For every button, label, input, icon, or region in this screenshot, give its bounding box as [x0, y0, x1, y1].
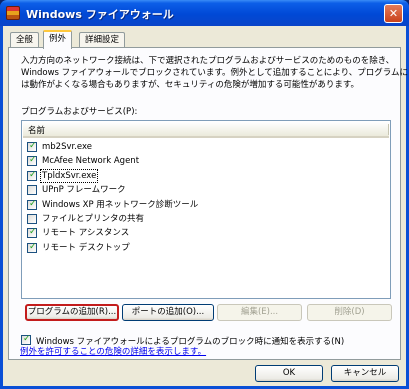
- delete-button[interactable]: 削除(D): [307, 304, 392, 321]
- add-program-button[interactable]: プログラムの追加(R)...: [25, 304, 119, 321]
- program-rows: ✓ mb2Svr.exe ✓ McAfee Network Agent ✓ Tp…: [25, 140, 389, 255]
- program-checkbox[interactable]: [27, 213, 37, 224]
- close-button[interactable]: ✕: [384, 4, 403, 23]
- program-row-mb2svr[interactable]: ✓ mb2Svr.exe: [25, 140, 389, 154]
- window-title: Windows ファイアウォール: [26, 8, 174, 21]
- exceptions-panel: 入力方向のネットワーク接続は、下で選択されたプログラムおよびサービスのためのもの…: [8, 47, 409, 360]
- program-label[interactable]: mb2Svr.exe: [41, 141, 93, 153]
- column-divider[interactable]: [388, 124, 389, 135]
- program-row-remote-assistance[interactable]: ✓ リモート アシスタンス: [25, 226, 389, 240]
- program-row-upnp[interactable]: UPnP フレームワーク: [25, 183, 389, 197]
- checkmark-icon: ✓: [29, 241, 37, 252]
- program-row-network-diagnostics[interactable]: ✓ Windows XP 用ネットワーク診断ツール: [25, 198, 389, 212]
- checkmark-icon: ✓: [29, 141, 37, 151]
- program-label[interactable]: Windows XP 用ネットワーク診断ツール: [41, 199, 199, 211]
- tab-exceptions[interactable]: 例外: [43, 30, 73, 49]
- checkmark-icon: ✓: [29, 198, 37, 209]
- cancel-button[interactable]: キャンセル: [331, 365, 399, 382]
- name-column-label: 名前: [28, 126, 46, 136]
- program-label[interactable]: UPnP フレームワーク: [41, 184, 127, 196]
- tab-advanced[interactable]: 詳細設定: [79, 32, 126, 48]
- description-text: 入力方向のネットワーク接続は、下で選択されたプログラムおよびサービスのためのもの…: [21, 55, 409, 91]
- program-checkbox[interactable]: ✓: [27, 155, 37, 167]
- program-checkbox[interactable]: ✓: [27, 198, 37, 210]
- notify-checkbox[interactable]: ✓: [21, 334, 31, 345]
- checkmark-icon: ✓: [29, 169, 37, 180]
- checkmark-icon: ✓: [29, 227, 37, 238]
- firewall-icon: [6, 6, 20, 20]
- program-row-remote-desktop[interactable]: ✓ リモート デスクトップ: [25, 241, 389, 255]
- title-bar[interactable]: Windows ファイアウォール ✕: [0, 0, 409, 26]
- program-checkbox[interactable]: [27, 185, 37, 196]
- description-line: Windows ファイアウォールでブロックされています。例外として追加することに…: [21, 68, 409, 78]
- dialog-body: 全般 例外 詳細設定 入力方向のネットワーク接続は、下で選択されたプログラムおよ…: [3, 26, 409, 386]
- tab-general[interactable]: 全般: [10, 32, 40, 48]
- program-row-mcafee[interactable]: ✓ McAfee Network Agent: [25, 154, 389, 168]
- program-checkbox[interactable]: ✓: [27, 241, 37, 253]
- exceptions-risk-link[interactable]: 例外を許可することの危険の詳細を表示します。: [20, 345, 206, 357]
- edit-button[interactable]: 編集(E)...: [217, 304, 302, 321]
- name-column-header[interactable]: 名前: [23, 122, 389, 138]
- firewall-window: Windows ファイアウォール ✕ 全般 例外 詳細設定 入力方向のネットワー…: [0, 0, 409, 389]
- program-label[interactable]: McAfee Network Agent: [41, 155, 140, 167]
- description-line: 入力方向のネットワーク接続は、下で選択されたプログラムおよびサービスのためのもの…: [21, 56, 395, 66]
- description-line: は動作がよくなる場合もありますが、セキュリティの危険が増加する可能性があります。: [21, 80, 360, 90]
- program-checkbox[interactable]: ✓: [27, 169, 37, 181]
- programs-list-label: プログラムおよびサービス(P):: [21, 107, 138, 117]
- program-row-tpldxsvr[interactable]: ✓ TpldxSvr.exe: [25, 168, 389, 183]
- program-row-file-printer-sharing[interactable]: ファイルとプリンタの共有: [25, 212, 389, 226]
- program-label[interactable]: リモート アシスタンス: [41, 227, 130, 239]
- program-checkbox[interactable]: ✓: [27, 141, 37, 152]
- add-port-button[interactable]: ポートの追加(O)...: [122, 304, 214, 321]
- program-checkbox[interactable]: ✓: [27, 227, 37, 239]
- program-label[interactable]: リモート デスクトップ: [41, 242, 131, 254]
- program-label[interactable]: TpldxSvr.exe: [39, 168, 99, 183]
- programs-listbox[interactable]: 名前 ✓ mb2Svr.exe ✓ McAfee Network Agent ✓…: [21, 120, 391, 299]
- ok-button[interactable]: OK: [255, 365, 323, 382]
- program-label[interactable]: ファイルとプリンタの共有: [41, 213, 145, 225]
- checkmark-icon: ✓: [29, 155, 37, 166]
